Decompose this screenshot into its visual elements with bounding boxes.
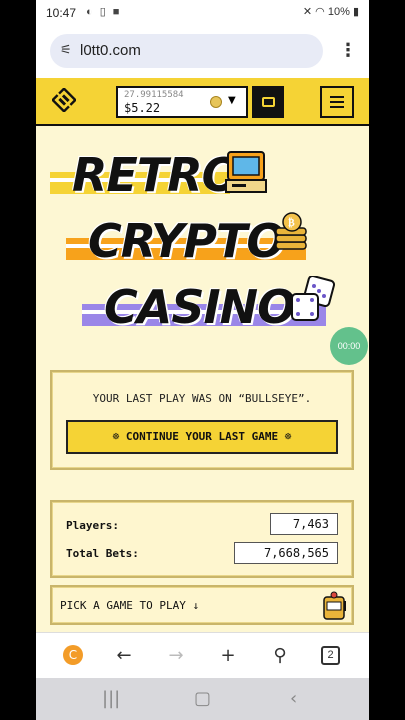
floating-timer-bubble[interactable]: 00:00 bbox=[330, 327, 368, 365]
hero-word-retro: RETRO bbox=[72, 148, 241, 202]
recent-apps-icon[interactable]: ||| bbox=[102, 688, 120, 709]
last-play-panel: YOUR LAST PLAY WAS ON “BULLSEYE”. ☸ CONT… bbox=[50, 370, 354, 470]
total-bets-value: 7,668,565 bbox=[234, 542, 338, 564]
site-header: 27.99115584 $5.22 ▼ bbox=[36, 78, 369, 126]
battery-icon: ▮ bbox=[352, 6, 359, 18]
slot-machine-icon bbox=[323, 591, 346, 620]
hamburger-menu-button[interactable] bbox=[320, 86, 354, 118]
wallet-usd-balance: $5.22 bbox=[124, 101, 161, 115]
players-value: 7,463 bbox=[270, 513, 338, 535]
status-icons: ✕ ◠ 10% ▮ bbox=[303, 5, 359, 18]
url-text[interactable]: l0tt0.com bbox=[80, 42, 141, 59]
hero-word-casino: CASINO bbox=[104, 280, 296, 334]
forward-icon[interactable]: → bbox=[164, 645, 188, 666]
browser-menu-icon[interactable]: ⋮ bbox=[339, 40, 357, 61]
tab-switcher-button[interactable]: 2 bbox=[321, 646, 340, 665]
back-icon[interactable]: ← bbox=[112, 645, 136, 666]
browser-bottom-nav: C ← → + ⚲ 2 bbox=[36, 632, 369, 678]
address-bar[interactable]: ⚟ l0tt0.com bbox=[50, 34, 323, 68]
retro-computer-icon bbox=[225, 151, 267, 193]
system-back-icon[interactable]: ‹ bbox=[290, 688, 297, 709]
svg-text:₿: ₿ bbox=[288, 217, 295, 229]
new-tab-icon[interactable]: + bbox=[216, 645, 240, 666]
continue-last-game-button[interactable]: ☸ CONTINUE YOUR LAST GAME ☸ bbox=[66, 420, 338, 454]
wallet-icon bbox=[262, 97, 275, 107]
phone-screen: 10:47 ◐ ▯ ■ ✕ ◠ 10% ▮ ⚟ l0tt0.com ⋮ 27.9… bbox=[36, 0, 369, 720]
search-icon[interactable]: ⚲ bbox=[268, 645, 292, 666]
site-logo-icon[interactable] bbox=[52, 88, 76, 112]
chevron-down-icon[interactable]: ▼ bbox=[228, 95, 236, 106]
coin-icon bbox=[210, 96, 222, 108]
wallet-crypto-amount: 27.99115584 bbox=[124, 90, 184, 100]
bitcoin-coins-icon: ₿ bbox=[275, 212, 307, 250]
last-play-text: YOUR LAST PLAY WAS ON “BULLSEYE”. bbox=[92, 392, 312, 405]
browser-toolbar: ⚟ l0tt0.com ⋮ bbox=[36, 26, 369, 78]
notification-icons: ◐ ▯ ■ bbox=[86, 6, 122, 18]
pick-game-label: PICK A GAME TO PLAY ↓ bbox=[60, 599, 200, 612]
total-bets-label: Total Bets: bbox=[66, 547, 139, 560]
home-icon[interactable]: ▢ bbox=[194, 688, 211, 709]
status-bar: 10:47 ◐ ▯ ■ ✕ ◠ 10% ▮ bbox=[36, 0, 369, 26]
wallet-button[interactable] bbox=[252, 86, 284, 118]
mute-icon: ✕ bbox=[302, 6, 313, 18]
browser-home-icon[interactable]: C bbox=[63, 645, 83, 665]
stats-panel: Players: 7,463 Total Bets: 7,668,565 bbox=[50, 500, 354, 578]
wifi-icon: ◠ bbox=[315, 6, 325, 18]
players-label: Players: bbox=[66, 519, 119, 532]
wallet-selector[interactable]: 27.99115584 $5.22 ▼ bbox=[116, 86, 248, 118]
hero-word-crypto: CRYPTO bbox=[88, 214, 285, 268]
site-settings-icon[interactable]: ⚟ bbox=[60, 43, 72, 58]
status-time: 10:47 bbox=[46, 6, 77, 20]
pick-game-panel[interactable]: PICK A GAME TO PLAY ↓ bbox=[50, 585, 354, 625]
system-navigation-bar: ||| ▢ ‹ bbox=[36, 678, 369, 720]
dice-icon bbox=[291, 276, 336, 321]
battery-text: 10% bbox=[327, 6, 350, 18]
website-content: 27.99115584 $5.22 ▼ RETRO CRYPTO ₿ CASIN… bbox=[36, 78, 369, 632]
